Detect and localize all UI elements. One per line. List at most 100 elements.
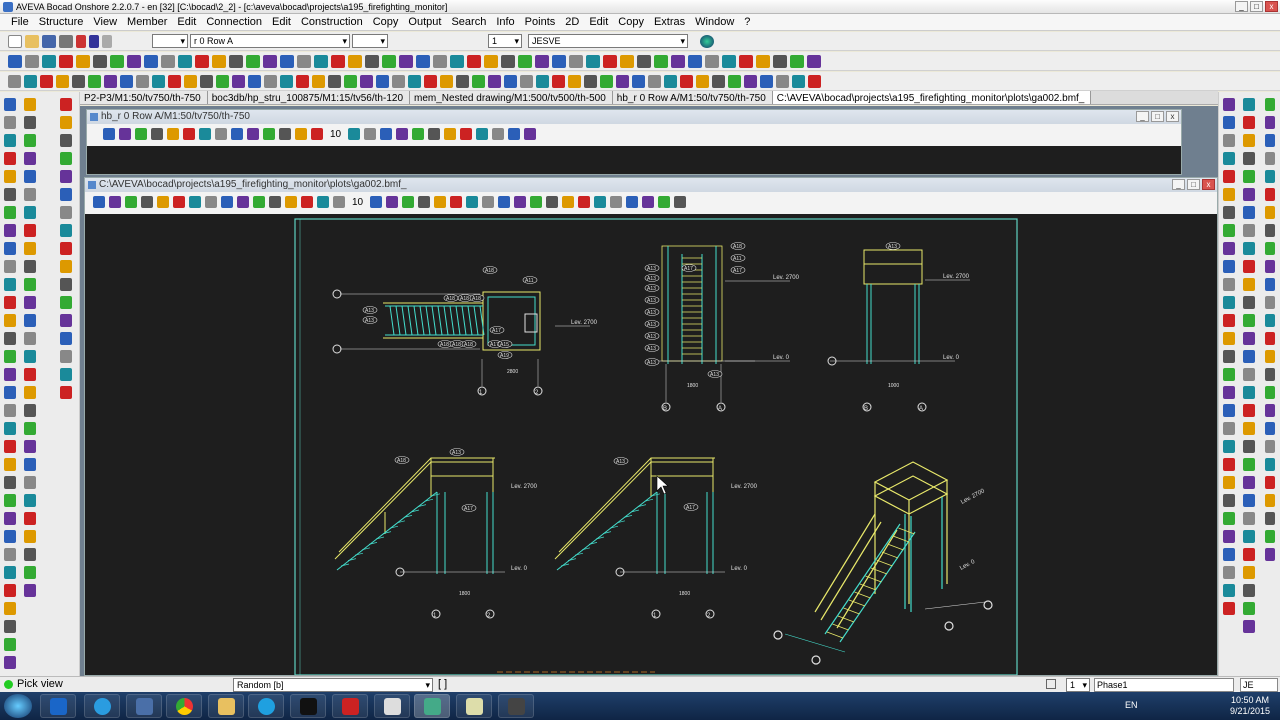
tool-icon[interactable] [4,638,16,651]
tool-icon[interactable] [1243,170,1255,183]
tool-icon[interactable] [1243,242,1255,255]
tool-icon[interactable] [1265,458,1275,471]
tool-icon[interactable] [8,75,21,88]
view-tool-icon[interactable] [125,196,137,208]
tool-icon[interactable] [60,152,72,165]
tool-icon[interactable] [586,55,600,68]
menu-view[interactable]: View [88,16,122,28]
tool-icon[interactable] [4,404,16,417]
view-tool-icon[interactable] [450,196,463,208]
tool-icon[interactable] [1223,350,1235,363]
view-tool-icon[interactable] [418,196,431,208]
tool-icon[interactable] [1243,98,1255,111]
tool-icon[interactable] [450,55,464,68]
tool-icon[interactable] [1265,350,1275,363]
tool-icon[interactable] [60,134,72,147]
tool-icon[interactable] [1243,476,1255,489]
tool-icon[interactable] [1243,548,1255,561]
view-tool-icon[interactable] [444,128,457,140]
tool-icon[interactable] [8,55,22,68]
tool-icon[interactable] [1223,602,1235,615]
tool-icon[interactable] [280,55,294,68]
tool-icon[interactable] [136,75,149,88]
tool-icon[interactable] [1223,134,1235,147]
view-tool-icon[interactable] [221,196,233,208]
tool-icon[interactable] [246,55,260,68]
tool-icon[interactable] [60,170,72,183]
tool-icon[interactable] [552,75,565,88]
tool-icon[interactable] [232,75,245,88]
tool-icon[interactable] [1243,404,1255,417]
tool-icon[interactable] [569,55,583,68]
view-tool-icon[interactable] [610,196,623,208]
menu-member[interactable]: Member [122,16,172,28]
tool-icon[interactable] [24,530,36,543]
view-tool-icon[interactable] [151,128,163,140]
view-tool-icon[interactable] [348,128,361,140]
language-indicator[interactable]: EN [1125,700,1138,710]
tool-icon[interactable] [365,55,379,68]
view-tool-icon[interactable] [658,196,671,208]
menu-connection[interactable]: Connection [201,16,267,28]
tool-icon[interactable] [600,75,613,88]
tab-p2-p3[interactable]: P2-P3/M1:50/tv750/th-750 [80,91,208,104]
tool-icon[interactable] [1243,296,1255,309]
view-tool-icon[interactable] [386,196,399,208]
tool-icon[interactable] [60,278,72,291]
tool-icon[interactable] [328,75,341,88]
view-tool-icon[interactable] [370,196,383,208]
tool-icon[interactable] [60,116,72,129]
clock-time[interactable]: 10:50 AM [1226,695,1274,705]
filter-combo[interactable] [152,34,188,48]
tool-icon[interactable] [680,75,693,88]
tool-icon[interactable] [1243,566,1255,579]
tool-icon[interactable] [60,296,72,309]
taskbar-outlook[interactable] [40,694,76,718]
tool-icon[interactable] [24,566,36,579]
tool-icon[interactable] [59,55,73,68]
tool-icon[interactable] [229,55,243,68]
tool-icon[interactable] [25,55,39,68]
tool-icon[interactable] [4,494,16,507]
tool-icon[interactable] [1265,422,1275,435]
tool-icon[interactable] [4,602,16,615]
menu-edit-2[interactable]: Edit [267,16,296,28]
tool-icon[interactable] [520,75,533,88]
taskbar-skype[interactable] [248,694,284,718]
tool-icon[interactable] [60,368,72,381]
tool-icon[interactable] [1265,206,1275,219]
plot-minimize-button[interactable]: _ [1172,179,1185,190]
menu-points[interactable]: Points [520,16,561,28]
tool-icon[interactable] [296,75,309,88]
tool-icon[interactable] [161,55,175,68]
phase-field[interactable]: Phase1 [1094,678,1234,692]
tool-icon[interactable] [60,242,72,255]
menu-construction[interactable]: Construction [296,16,368,28]
tool-icon[interactable] [4,548,16,561]
tool-icon[interactable] [1243,584,1255,597]
view-tool-icon[interactable] [466,196,479,208]
tool-icon[interactable] [518,55,532,68]
tool-icon[interactable] [1223,314,1235,327]
tool-icon[interactable] [620,55,634,68]
drawing-canvas[interactable]: 1 2 Lev. 2700 Lev. 2700 Lev. 0 B A Lev. … [85,214,1217,675]
tool-icon[interactable] [4,440,16,453]
view-tool-icon[interactable] [396,128,409,140]
tool-icon[interactable] [4,584,16,597]
tool-icon[interactable] [1223,368,1235,381]
view-tool-icon[interactable] [482,196,495,208]
tool-icon[interactable] [4,476,16,489]
tool-icon[interactable] [488,75,501,88]
menu-search[interactable]: Search [446,16,491,28]
tab-boc3db[interactable]: boc3db/hp_stru_100875/M1:15/tv56/th-120 [207,91,411,104]
tool-icon[interactable] [24,296,36,309]
tab-row-a[interactable]: hb_r 0 Row A/M1:50/tv750/th-750 [612,91,773,104]
tool-icon[interactable] [60,332,72,345]
user-combo[interactable]: JESVE [528,34,688,48]
tool-icon[interactable] [60,314,72,327]
tool-icon[interactable] [4,386,16,399]
view-tool-icon[interactable] [402,196,415,208]
view-tool-icon[interactable] [380,128,393,140]
snap-icon[interactable] [1046,679,1056,689]
plot-restore-button[interactable]: □ [1187,179,1200,190]
